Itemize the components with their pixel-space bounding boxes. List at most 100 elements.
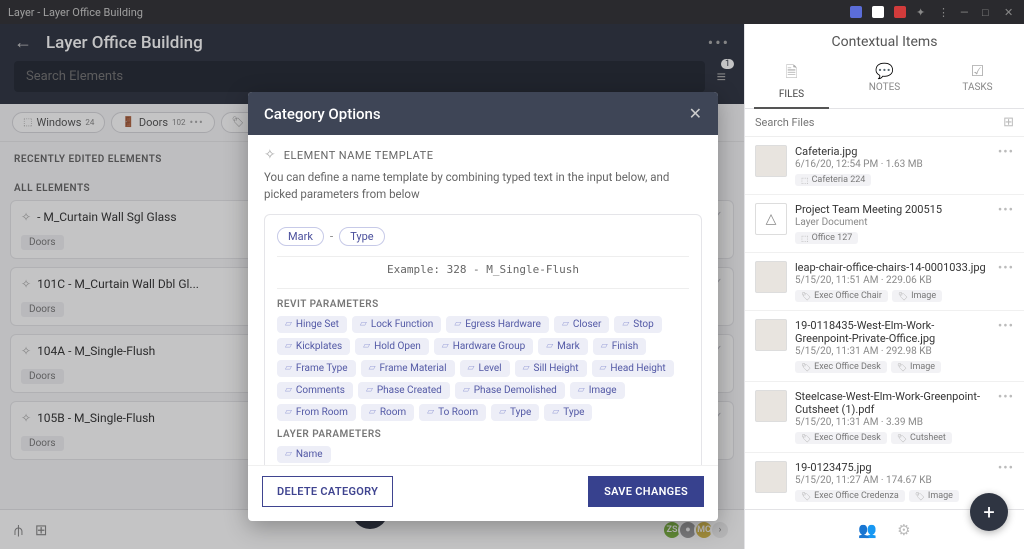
param-icon: ▱ (442, 341, 449, 351)
file-name: 19-0123475.jpg (795, 461, 990, 474)
param-tag[interactable]: ▱Kickplates (277, 338, 350, 355)
param-tag[interactable]: ▱Sill Height (515, 360, 587, 377)
param-tag[interactable]: ▱Phase Demolished (455, 382, 565, 399)
people-icon[interactable]: 👥 (858, 521, 877, 539)
file-name: Project Team Meeting 200515 (795, 203, 990, 216)
template-pill-mark[interactable]: Mark (277, 227, 324, 246)
param-tag[interactable]: ▱Level (460, 360, 510, 377)
delete-category-button[interactable]: DELETE CATEGORY (262, 476, 393, 507)
param-tag[interactable]: ▱Lock Function (352, 316, 441, 333)
file-tag: 🏷Cutsheet (891, 432, 952, 444)
file-thumbnail (755, 145, 787, 177)
file-meta: 5/15/20, 11:27 AM · 174.67 KB (795, 475, 990, 486)
tag-icon: ⬚ (801, 176, 809, 185)
window-controls: ✦ ⋮ — □ ✕ (850, 6, 1016, 18)
param-tag[interactable]: ▱From Room (277, 404, 356, 421)
file-item[interactable]: Steelcase-West-Elm-Work-Greenpoint-Cutsh… (745, 382, 1024, 453)
param-tag[interactable]: ▱Room (361, 404, 414, 421)
param-tag[interactable]: ▱Stop (614, 316, 661, 333)
extensions-icon[interactable]: ✦ (916, 6, 928, 18)
file-meta: 6/16/20, 12:54 PM · 1.63 MB (795, 159, 990, 170)
tab-files[interactable]: 🗎FILES (745, 56, 838, 108)
param-tag[interactable]: ▱Hardware Group (434, 338, 533, 355)
param-tag[interactable]: ▱Name (277, 446, 331, 463)
ext-icon-3[interactable] (894, 6, 906, 18)
param-tag[interactable]: ▱Frame Material (361, 360, 455, 377)
param-icon: ▱ (468, 363, 475, 373)
param-icon: ▱ (427, 407, 434, 417)
add-button[interactable]: + (970, 493, 1008, 531)
param-tag[interactable]: ▱Hinge Set (277, 316, 347, 333)
file-tag: 🏷Exec Office Desk (795, 432, 887, 444)
close-icon[interactable]: ✕ (689, 104, 702, 123)
tasks-icon: ☑ (931, 62, 1024, 80)
param-icon: ▱ (622, 319, 629, 329)
tab-tasks[interactable]: ☑TASKS (931, 56, 1024, 108)
tab-notes[interactable]: 💬NOTES (838, 56, 931, 108)
param-icon: ▱ (366, 385, 373, 395)
modal-title: Category Options (264, 105, 689, 123)
param-tag[interactable]: ▱Frame Type (277, 360, 356, 377)
param-tag[interactable]: ▱Image (570, 382, 625, 399)
template-example: Example: 328 - M_Single-Flush (277, 256, 689, 289)
tag-icon: 🏷 (897, 434, 907, 443)
file-item[interactable]: Cafeteria.jpg6/16/20, 12:54 PM · 1.63 MB… (745, 137, 1024, 195)
file-tag: 🏷Exec Office Desk (795, 361, 887, 373)
param-icon: ▱ (285, 385, 292, 395)
grid-view-icon[interactable]: ⊞ (1003, 115, 1014, 130)
param-tag[interactable]: ▱Head Height (592, 360, 674, 377)
param-tag[interactable]: ▱To Room (419, 404, 486, 421)
file-more-icon[interactable]: ••• (998, 261, 1014, 302)
settings-icon[interactable]: ⚙ (897, 521, 910, 539)
file-tag: ⬚Cafeteria 224 (795, 174, 871, 186)
template-pill-type[interactable]: Type (339, 227, 384, 246)
param-tag[interactable]: ▱Type (491, 404, 539, 421)
file-meta: 5/15/20, 11:51 AM · 229.06 KB (795, 275, 990, 286)
param-tag[interactable]: ▱Type (544, 404, 592, 421)
category-options-modal: Category Options ✕ ✧ ELEMENT NAME TEMPLA… (248, 92, 718, 521)
ext-icon-2[interactable] (872, 6, 884, 18)
param-tag[interactable]: ▱Finish (593, 338, 647, 355)
close-window-icon[interactable]: ✕ (1004, 6, 1016, 18)
param-tag[interactable]: ▱Closer (554, 316, 609, 333)
files-search-input[interactable] (755, 116, 1003, 129)
window-title: Layer - Layer Office Building (8, 6, 143, 19)
template-input[interactable]: Mark - Type (277, 227, 689, 246)
param-tag[interactable]: ▱Phase Created (358, 382, 450, 399)
param-tag[interactable]: ▱Comments (277, 382, 353, 399)
files-list: Cafeteria.jpg6/16/20, 12:54 PM · 1.63 MB… (745, 137, 1024, 509)
file-item[interactable]: leap-chair-office-chairs-14-0001033.jpg5… (745, 253, 1024, 311)
file-item[interactable]: 19-0118435-West-Elm-Work-Greenpoint-Priv… (745, 311, 1024, 382)
file-more-icon[interactable]: ••• (998, 319, 1014, 373)
more-icon[interactable]: ⋮ (938, 6, 950, 18)
tag-icon: 🏷 (801, 492, 811, 501)
tag-icon: ⬚ (801, 234, 809, 243)
param-tag[interactable]: ▱Egress Hardware (446, 316, 549, 333)
maximize-icon[interactable]: □ (982, 6, 994, 18)
tag-icon: 🏷 (801, 434, 811, 443)
file-tag: 🏷Exec Office Chair (795, 290, 888, 302)
minimize-icon[interactable]: — (960, 6, 972, 18)
ext-icon[interactable] (850, 6, 862, 18)
param-tag[interactable]: ▱Mark (538, 338, 588, 355)
file-thumbnail: △ (755, 203, 787, 235)
files-icon: 🗎 (745, 62, 838, 87)
file-thumbnail (755, 319, 787, 351)
file-tag: 🏷Image (891, 361, 941, 373)
file-name: Steelcase-West-Elm-Work-Greenpoint-Cutsh… (795, 390, 990, 416)
param-tag[interactable]: ▱Hold Open (355, 338, 429, 355)
param-icon: ▱ (562, 319, 569, 329)
file-more-icon[interactable]: ••• (998, 390, 1014, 444)
file-more-icon[interactable]: ••• (998, 203, 1014, 244)
modal-body: ✧ ELEMENT NAME TEMPLATE You can define a… (248, 135, 718, 465)
tag-icon: 🏷 (915, 492, 925, 501)
param-icon: ▱ (363, 341, 370, 351)
file-tag: 🏷Image (909, 490, 959, 502)
tag-icon: 🏷 (897, 363, 907, 372)
save-changes-button[interactable]: SAVE CHANGES (588, 476, 704, 507)
file-more-icon[interactable]: ••• (998, 145, 1014, 186)
file-item[interactable]: △Project Team Meeting 200515Layer Docume… (745, 195, 1024, 253)
param-icon: ▱ (454, 319, 461, 329)
param-icon: ▱ (523, 363, 530, 373)
contextual-tabs: 🗎FILES 💬NOTES ☑TASKS (745, 56, 1024, 109)
